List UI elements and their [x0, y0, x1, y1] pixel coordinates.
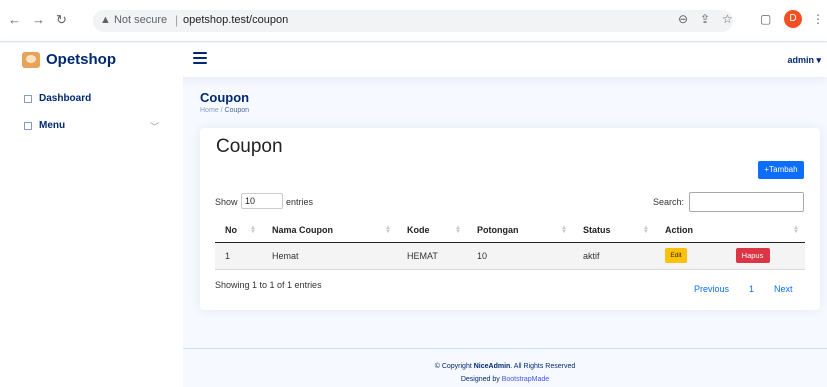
security-indicator[interactable]: ▲ Not secure	[100, 14, 167, 26]
security-label: Not secure	[113, 14, 168, 26]
table-info: Showing 1 to 1 of 1 entries	[215, 280, 322, 290]
card-title: Coupon	[216, 136, 283, 157]
cell-kode: HEMAT	[397, 242, 467, 270]
table-row: 1 Hemat HEMAT 10 aktif Edit Hapus	[215, 242, 805, 270]
sidebar-item-menu[interactable]: Menu	[24, 120, 65, 131]
sidebar-toggle-icon[interactable]	[193, 52, 207, 67]
sort-icon: ▲ ▼	[455, 225, 461, 235]
designed-prefix: Designed by	[460, 376, 500, 383]
sidebar-item-dashboard[interactable]: Dashboard	[24, 93, 91, 104]
reload-icon[interactable]: ↻	[56, 12, 67, 28]
bookmark-star-icon[interactable]: ☆	[722, 12, 733, 26]
footer-brand: NiceAdmin	[473, 363, 511, 370]
sort-icon: ▲ ▼	[385, 225, 391, 235]
column-header-action[interactable]: Action ▲ ▼	[655, 218, 805, 243]
coupon-card: Coupon +Tambah Show 10 entries Search: N…	[200, 128, 820, 310]
column-label: Status	[583, 224, 611, 235]
delete-button[interactable]: Hapus	[735, 248, 770, 263]
column-label: Action	[665, 224, 693, 235]
cell-action: Edit Hapus	[655, 242, 805, 270]
cell-nama-coupon: Hemat	[262, 242, 397, 270]
app-name: Opetshop	[46, 51, 116, 68]
sort-icon: ▲ ▼	[643, 225, 649, 235]
column-header-no[interactable]: No ▲ ▼	[215, 218, 262, 243]
sidebar-item-label: Dashboard	[39, 93, 92, 104]
footer: © Copyright NiceAdmin. All Rights Reserv…	[183, 348, 827, 387]
entries-label: entries	[286, 197, 314, 207]
copyright-suffix: . All Rights Reserved	[510, 363, 576, 370]
share-icon[interactable]: ⇪	[700, 12, 710, 26]
add-button[interactable]: +Tambah	[758, 161, 804, 179]
edit-button[interactable]: Edit	[665, 248, 687, 263]
sort-icon: ▲ ▼	[793, 225, 799, 235]
pagination-next[interactable]: Next	[774, 284, 793, 294]
entries-per-page-select[interactable]: 10	[241, 193, 283, 209]
user-name: admin	[787, 55, 814, 65]
show-label: Show	[215, 197, 238, 207]
cell-no: 1	[215, 242, 262, 270]
column-label: Potongan	[477, 224, 519, 235]
column-label: Kode	[407, 224, 430, 235]
footer-copyright: © Copyright NiceAdmin. All Rights Reserv…	[183, 363, 827, 370]
sort-icon: ▲ ▼	[250, 225, 256, 235]
app-logo[interactable]: Opetshop	[22, 51, 116, 68]
chevron-down-icon[interactable]: ﹀	[150, 120, 159, 133]
page-title: Coupon	[200, 90, 250, 105]
grid-icon	[24, 94, 32, 103]
pagination-previous[interactable]: Previous	[694, 284, 729, 294]
forward-icon[interactable]: →	[32, 12, 45, 27]
column-header-kode[interactable]: Kode ▲ ▼	[397, 218, 467, 243]
search-label: Search:	[653, 197, 685, 207]
column-label: No	[225, 224, 237, 235]
user-menu[interactable]: admin ▾	[787, 55, 821, 66]
coupon-table: No ▲ ▼ Nama Coupon ▲ ▼ Kode ▲ ▼ Potongan ▲ ▼ Sta…	[215, 218, 805, 270]
table-header-row: No ▲ ▼ Nama Coupon ▲ ▼ Kode ▲ ▼ Potongan ▲ ▼ Sta…	[215, 218, 805, 243]
side-panel-icon[interactable]: ▢	[760, 12, 771, 26]
browser-chrome: ← → ↻ ▲ Not secure | opetshop.test/coupo…	[0, 0, 827, 42]
app-header: Opetshop admin ▾	[0, 43, 827, 77]
footer-designed-by: Designed by BootstrapMade	[183, 376, 827, 383]
url-text[interactable]: opetshop.test/coupon	[183, 14, 288, 26]
column-header-potongan[interactable]: Potongan ▲ ▼	[467, 218, 573, 243]
column-header-status[interactable]: Status ▲ ▼	[573, 218, 655, 243]
breadcrumb-home[interactable]: Home	[200, 107, 219, 114]
sort-icon: ▲ ▼	[561, 225, 567, 235]
cell-potongan: 10	[467, 242, 573, 270]
back-icon[interactable]: ←	[8, 12, 21, 27]
browser-menu-icon[interactable]: ⋮	[812, 12, 824, 26]
menu-icon	[24, 121, 32, 130]
column-header-nama-coupon[interactable]: Nama Coupon ▲ ▼	[262, 218, 397, 243]
profile-avatar[interactable]: D	[784, 10, 802, 28]
logo-icon	[22, 51, 40, 68]
zoom-icon[interactable]: ⊖	[678, 12, 688, 26]
url-separator: |	[175, 13, 179, 27]
column-label: Nama Coupon	[272, 224, 334, 235]
cell-status: aktif	[573, 242, 655, 270]
breadcrumb: Home / Coupon	[200, 107, 250, 114]
designer-link[interactable]: BootstrapMade	[502, 376, 549, 383]
breadcrumb-current: Coupon	[224, 107, 250, 114]
search-input[interactable]	[689, 192, 804, 212]
sidebar-item-label: Menu	[39, 120, 66, 131]
copyright-prefix: © Copyright	[434, 363, 472, 370]
pagination-page-1[interactable]: 1	[749, 284, 754, 294]
